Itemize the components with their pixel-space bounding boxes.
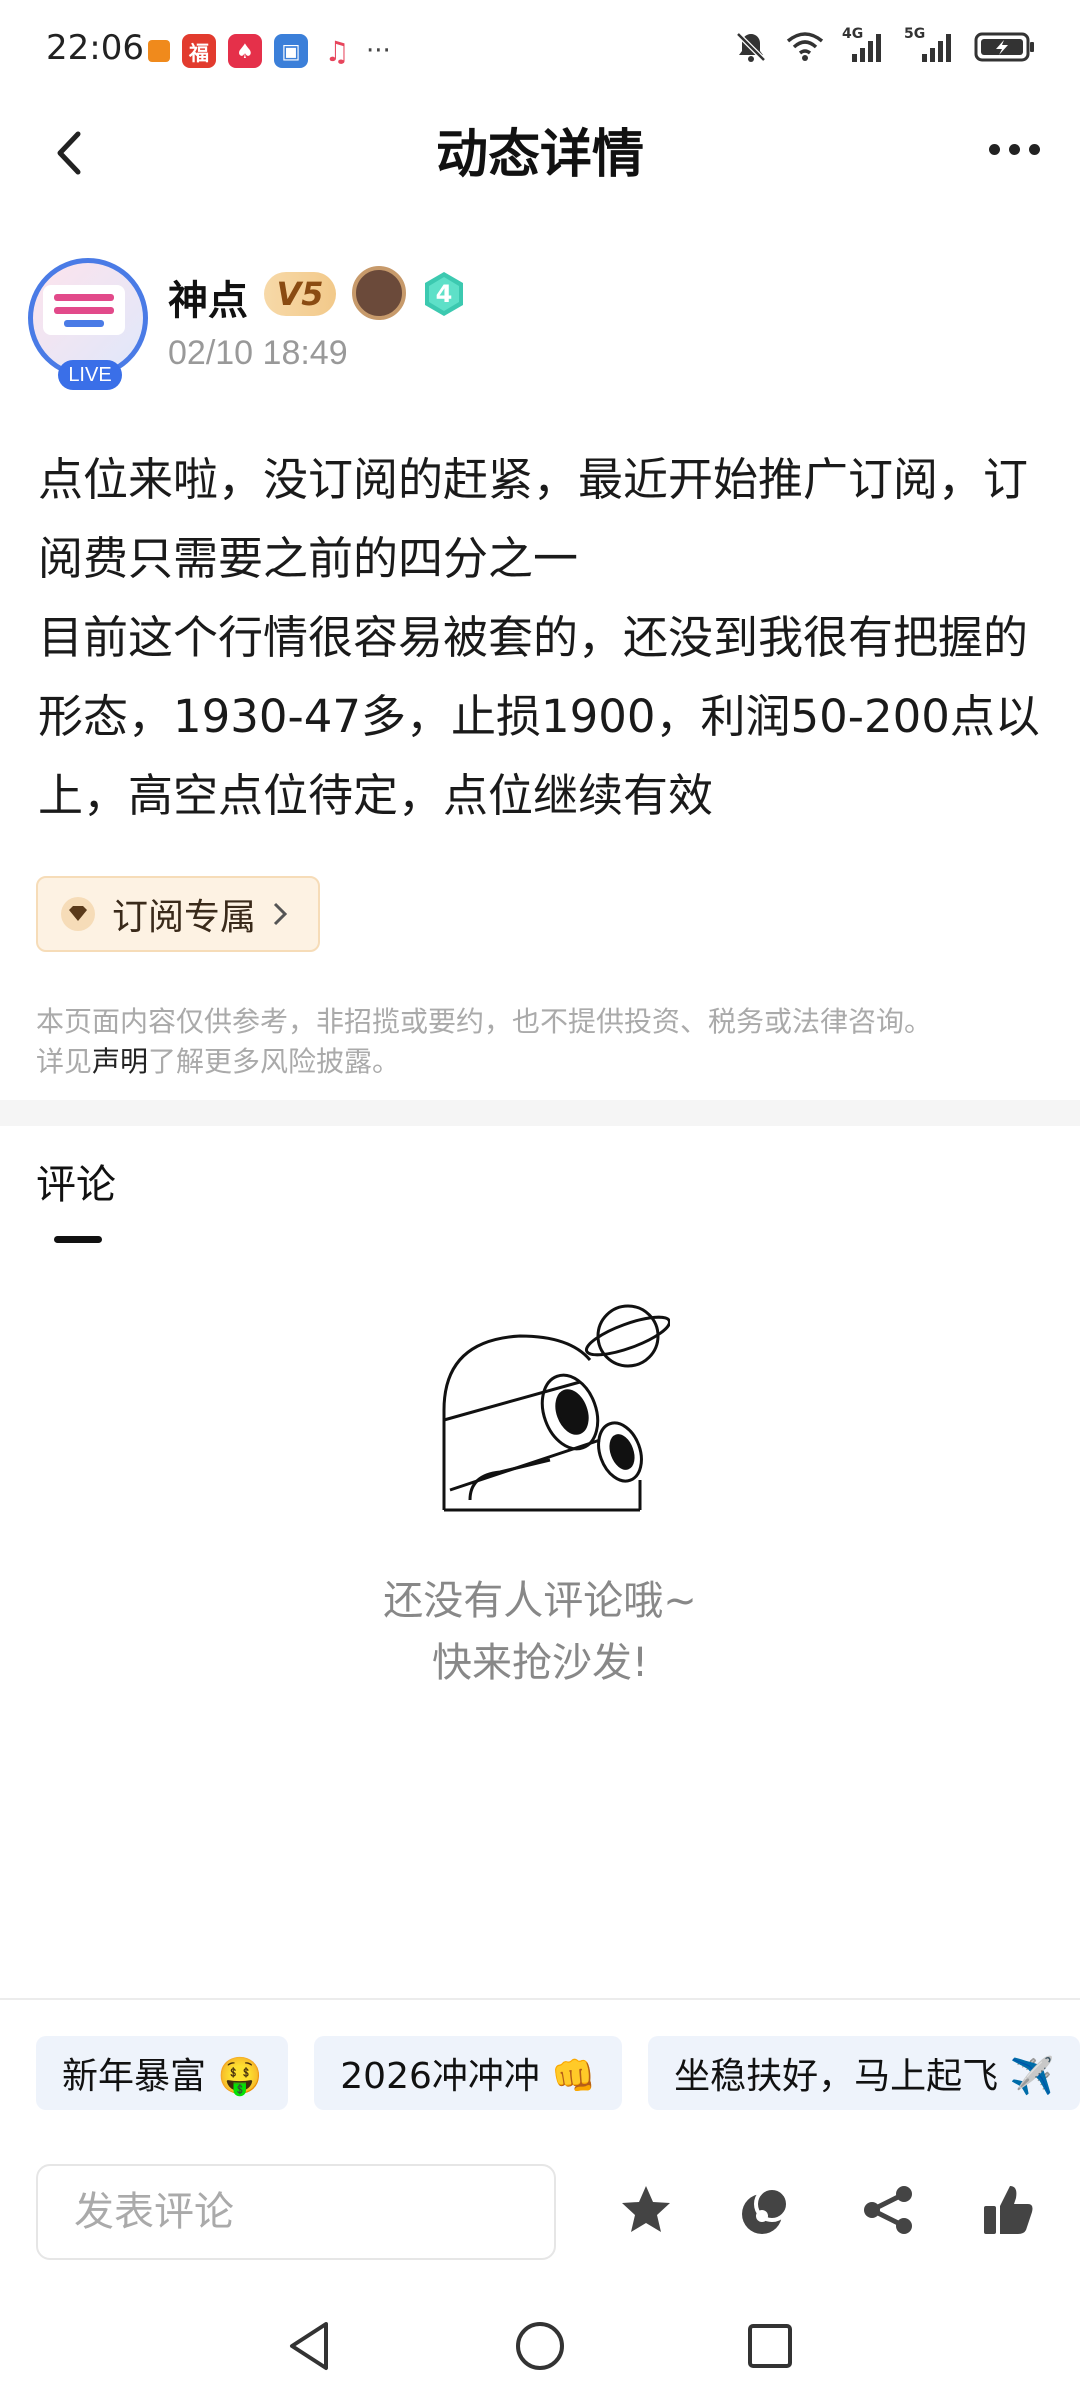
empty-comments-message: 还没有人评论哦~ 快来抢沙发! — [0, 1570, 1080, 1694]
system-back-icon[interactable] — [280, 2316, 340, 2376]
diamond-icon — [61, 897, 95, 931]
disclaimer-line1: 本页面内容仅供参考，非招揽或要约，也不提供投资、税务或法律咨询。 — [36, 1005, 933, 1038]
quick-reply-chip[interactable]: 2026冲冲冲 👊 — [314, 2036, 623, 2110]
signal-4g-icon: 4G — [842, 26, 886, 64]
more-notifications: ··· — [366, 36, 391, 66]
disclaimer: 本页面内容仅供参考，非招揽或要约，也不提供投资、税务或法律咨询。 详见声明了解更… — [36, 1002, 1046, 1082]
bottom-divider — [0, 1998, 1080, 2000]
post-content: 点位来啦，没订阅的赶紧，最近开始推广订阅，订阅费只需要之前的四分之一 目前这个行… — [38, 453, 1040, 822]
level-badge: 4 — [420, 270, 468, 318]
system-recents-icon[interactable] — [740, 2316, 800, 2376]
wifi-icon — [786, 32, 824, 61]
telescope-illustration-icon — [442, 1304, 670, 1512]
avatar-image — [43, 285, 125, 335]
status-right: 4G 5G — [734, 26, 1036, 64]
coin-icon[interactable] — [736, 2180, 796, 2240]
comments-tab-indicator — [54, 1236, 102, 1243]
music-icon: ♫ — [324, 34, 350, 68]
comments-tab[interactable]: 评论 — [36, 1152, 116, 1210]
status-app-icons: 福 ♠ ▣ ♫ ··· — [148, 34, 391, 68]
mute-bell-icon — [736, 32, 766, 62]
disclaimer-link[interactable]: 声明 — [92, 1045, 148, 1078]
comment-input[interactable]: 发表评论 — [36, 2164, 556, 2260]
post-time: 02/10 18:49 — [168, 334, 348, 372]
mahjong-icon: ▣ — [274, 34, 308, 68]
status-time: 22:06 — [46, 28, 144, 68]
medal-badge-icon — [352, 266, 406, 320]
empty-line-2: 快来抢沙发! — [431, 1640, 649, 1686]
section-divider — [0, 1100, 1080, 1126]
more-options-button[interactable] — [989, 144, 1040, 155]
level-number: 4 — [435, 280, 453, 308]
thumbs-up-icon[interactable] — [978, 2180, 1038, 2240]
signal-5g-icon: 5G — [904, 26, 956, 64]
empty-line-1: 还没有人评论哦~ — [383, 1578, 697, 1624]
red-envelope-icon: 福 — [182, 34, 216, 68]
author-name[interactable]: 神点 — [168, 268, 248, 326]
disclaimer-prefix: 详见 — [36, 1045, 93, 1078]
quick-reply-chip[interactable]: 新年暴富 🤑 — [36, 2036, 289, 2110]
share-icon[interactable] — [858, 2180, 918, 2240]
quick-reply-chip[interactable]: 坐稳扶好，马上起飞 ✈️ — [648, 2036, 1080, 2110]
chevron-right-icon — [273, 902, 288, 926]
app-notification-icon — [148, 40, 170, 62]
subscription-tag[interactable]: 订阅专属 — [36, 876, 320, 952]
system-home-icon[interactable] — [510, 2316, 570, 2376]
live-badge: LIVE — [58, 360, 122, 390]
game-icon: ♠ — [228, 34, 262, 68]
star-icon[interactable] — [616, 2180, 676, 2240]
subscription-tag-label: 订阅专属 — [112, 897, 257, 938]
quick-reply-row: 新年暴富 🤑 2026冲冲冲 👊 坐稳扶好，马上起飞 ✈️ — [36, 2036, 1080, 2110]
disclaimer-suffix: 了解更多风险披露。 — [148, 1045, 401, 1078]
battery-charging-icon — [974, 32, 1034, 62]
page-title: 动态详情 — [435, 125, 644, 185]
vip-badge: V5 — [264, 272, 336, 316]
